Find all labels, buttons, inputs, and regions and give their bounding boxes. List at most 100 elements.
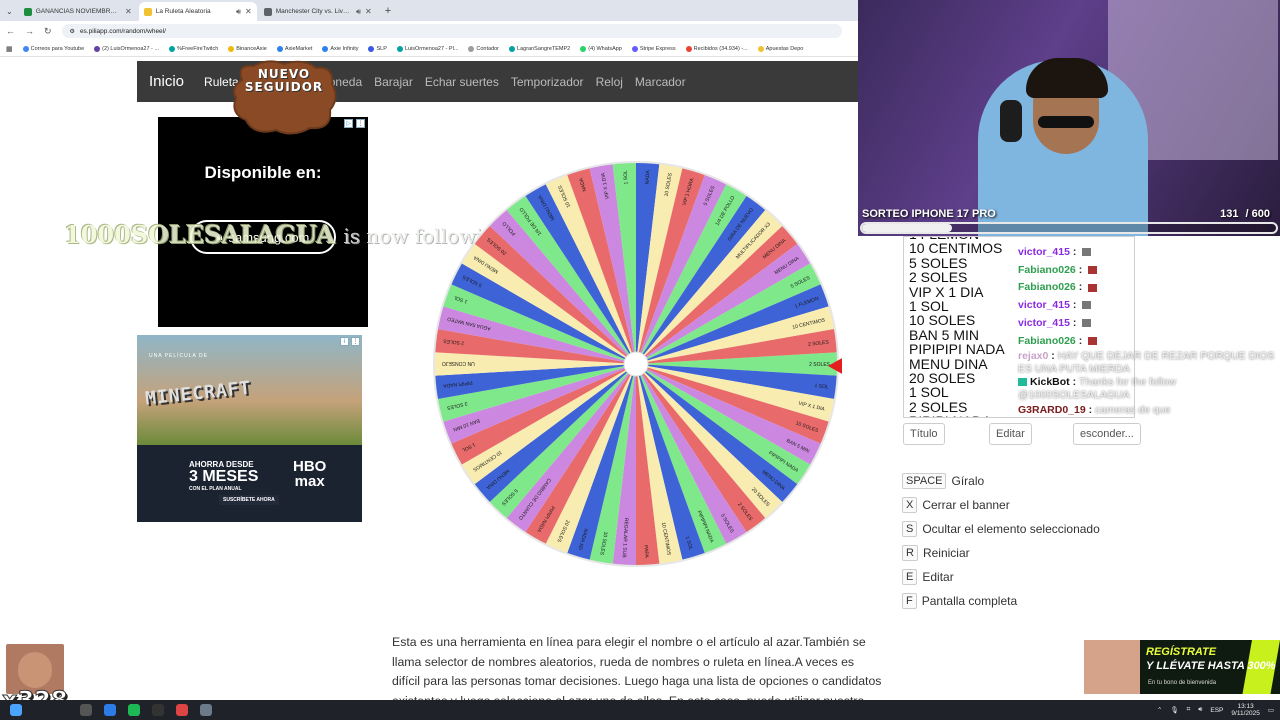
tab-close-icon[interactable]: ✕ (125, 7, 132, 16)
shortcut-label: Cerrar el banner (922, 498, 1010, 512)
option-line: MENU DINA (909, 355, 988, 372)
url-field[interactable]: ⚙ es.piliapp.com/random/wheel/ (61, 24, 842, 38)
chat-emote-icon (1082, 319, 1092, 328)
bookmark-label: AxieMarket (284, 45, 313, 52)
apps-grid-icon[interactable]: ▦ (6, 45, 13, 53)
chat-message: Fabiano026 : (1018, 279, 1278, 297)
shortcut-label: Editar (922, 570, 954, 584)
casino-ad-line2: Y LLÉVATE HASTA 300% (1146, 660, 1276, 672)
hide-button[interactable]: esconder... (1073, 423, 1141, 445)
chat-username[interactable]: victor_415 (1018, 246, 1070, 258)
app-icon[interactable] (200, 704, 212, 716)
bookmark-item[interactable]: LuisOrmenoa27 - Pl... (396, 45, 459, 52)
bookmark-item[interactable]: Stripe Express (631, 45, 676, 52)
bookmark-item[interactable]: AxieMarket (276, 45, 313, 52)
volume-icon[interactable]: 🔊︎ (1198, 706, 1202, 714)
wheel-graphic[interactable]: 2 SOLES1 SOLVIP X 1 DIA10 SOLESBAN 5 MIN… (432, 160, 842, 570)
bookmark-favicon-icon (322, 45, 329, 52)
tray-chevron-icon[interactable]: ⌃ (1157, 706, 1162, 714)
option-line: 5 SOLES (909, 254, 968, 271)
bookmark-item[interactable]: Axie Infinity (322, 45, 358, 52)
browser-tab-bar: ⌄ GANANCIAS NOVIEMBRE - Ho ✕ La Ruleta Ale… (0, 0, 858, 21)
new-tab-button[interactable]: + (385, 5, 391, 17)
clock-date: 9/11/2025 (1231, 710, 1260, 717)
chat-username[interactable]: Fabiano026 (1018, 264, 1076, 276)
casino-promo-ad[interactable]: REGÍSTRATE Y LLÉVATE HASTA 300% En tu bo… (1084, 640, 1280, 694)
network-icon[interactable]: ⌗ (1187, 706, 1191, 714)
bookmark-item[interactable]: LagranSangreTEMP2 (509, 45, 570, 52)
edit-button[interactable]: Editar (989, 423, 1032, 445)
taskbar-clock[interactable]: 13:13 9/11/2025 (1231, 703, 1259, 717)
tab-title: Manchester City vs. Liverpo (275, 8, 352, 15)
tab-audio-icon[interactable]: 🔊︎ (236, 7, 241, 17)
option-line: VIP X 1 DIA (909, 283, 984, 300)
subscribe-button[interactable]: SUSCRÍBETE AHORA (219, 495, 279, 505)
chat-username[interactable]: victor_415 (1018, 299, 1070, 311)
microphone-icon[interactable]: 🎙︎ (1170, 706, 1178, 714)
spotify-icon[interactable] (128, 704, 140, 716)
bookmark-item[interactable]: SLP (368, 45, 387, 52)
ad-options-icon[interactable]: ⋮ (356, 119, 365, 128)
bookmark-label: Contador (476, 45, 500, 52)
chat-username[interactable]: Fabiano026 (1018, 281, 1076, 293)
random-wheel[interactable]: 2 SOLES 1 SOL VIP X 1 DIA 10 SOLES BAN 5 MIN… (432, 160, 842, 570)
bookmark-item[interactable]: BinanceAxie (228, 45, 267, 52)
nav-item-7[interactable]: Marcador (635, 75, 686, 89)
tab-audio-icon[interactable]: 🔊︎ (356, 7, 361, 17)
browser-tab[interactable]: La Ruleta Aleatoria 🔊︎ ✕ (138, 2, 257, 21)
tool-description: Esta es una herramienta en línea para el… (392, 635, 882, 703)
browser-tab[interactable]: GANANCIAS NOVIEMBRE - Ho ✕ (19, 2, 137, 21)
tab-search-chevron-icon[interactable]: ⌄ (6, 7, 13, 16)
chrome-profile-icon[interactable] (176, 704, 188, 716)
nav-item-4[interactable]: Echar suertes (425, 75, 499, 89)
bookmarks-bar: ▦ Correos para Youtube (2) LuisOrmenoa27 … (0, 41, 858, 57)
nav-item-3[interactable]: Barajar (374, 75, 413, 89)
chat-username[interactable]: rejax0 (1018, 350, 1048, 362)
reload-icon[interactable]: ↻ (44, 26, 52, 37)
nav-item-6[interactable]: Reloj (596, 75, 623, 89)
windows-start-icon[interactable] (10, 704, 22, 716)
nav-item-5[interactable]: Temporizador (511, 75, 584, 89)
chat-username[interactable]: victor_415 (1018, 317, 1070, 329)
bookmark-item[interactable]: Apuestas Depo (757, 45, 803, 52)
chrome-icon[interactable] (104, 704, 116, 716)
clock-time: 13:13 (1237, 703, 1254, 710)
bookmark-item[interactable]: %FreeFireTwitch (169, 45, 218, 52)
minecraft-hbo-ad[interactable]: i ⋮ UNA PELÍCULA DE MINECRAFT AHORRA DES… (137, 335, 362, 522)
wheel-segment-label: NADA (644, 170, 651, 185)
adchoices-icon[interactable]: ▷ (344, 119, 353, 128)
forward-arrow-icon[interactable]: → (25, 26, 34, 36)
shortcut-key: SPACE (902, 473, 947, 489)
nav-home-link[interactable]: Inicio (149, 73, 184, 90)
bookmark-item[interactable]: (2) LuisOrmenoa27 - ... (94, 45, 159, 52)
windows-taskbar: ⌃ 🎙︎ ⌗ 🔊︎ ESP 13:13 9/11/2025 ▭ (0, 700, 1280, 720)
notifications-icon[interactable]: ▭ (1268, 706, 1274, 714)
bookmark-item[interactable]: Correos para Youtube (22, 45, 84, 52)
browser-tab[interactable]: Manchester City vs. Liverpo 🔊︎ ✕ (259, 2, 377, 21)
chat-message: rejax0 : HAY QUE DEJAR DE REZAR PORQUE D… (1018, 350, 1275, 376)
url-text: es.piliapp.com/random/wheel/ (79, 27, 166, 35)
cam-headset (1000, 100, 1022, 142)
bookmark-favicon-icon (757, 45, 764, 52)
chat-username[interactable]: Fabiano026 (1018, 335, 1076, 347)
site-info-icon[interactable]: ⚙ (70, 28, 75, 35)
cam-person-hair (1026, 58, 1108, 98)
obs-icon[interactable] (152, 704, 164, 716)
bookmark-label: LuisOrmenoa27 - Pl... (404, 45, 459, 52)
tab-close-icon[interactable]: ✕ (245, 7, 252, 16)
file-explorer-icon[interactable] (80, 704, 92, 716)
bookmark-item[interactable]: (4) WhatsApp (580, 45, 622, 52)
bookmark-item[interactable]: Contador (468, 45, 500, 52)
language-indicator[interactable]: ESP (1210, 707, 1223, 714)
back-arrow-icon[interactable]: ← (6, 26, 15, 36)
giveaway-progress-fill (862, 224, 953, 232)
chat-username[interactable]: KickBot (1030, 376, 1070, 388)
title-button[interactable]: Título (903, 423, 945, 445)
bookmark-label: SLP (376, 45, 387, 52)
tab-close-icon[interactable]: ✕ (365, 7, 372, 16)
ad-options-icon[interactable]: ⋮ (351, 337, 360, 346)
bookmark-item[interactable]: Recibidos (34.934) -... (685, 45, 748, 52)
chat-username[interactable]: G3RARD0_19 (1018, 404, 1086, 416)
adchoices-icon[interactable]: i (340, 337, 349, 346)
shortcut-row: E Editar (902, 568, 954, 586)
